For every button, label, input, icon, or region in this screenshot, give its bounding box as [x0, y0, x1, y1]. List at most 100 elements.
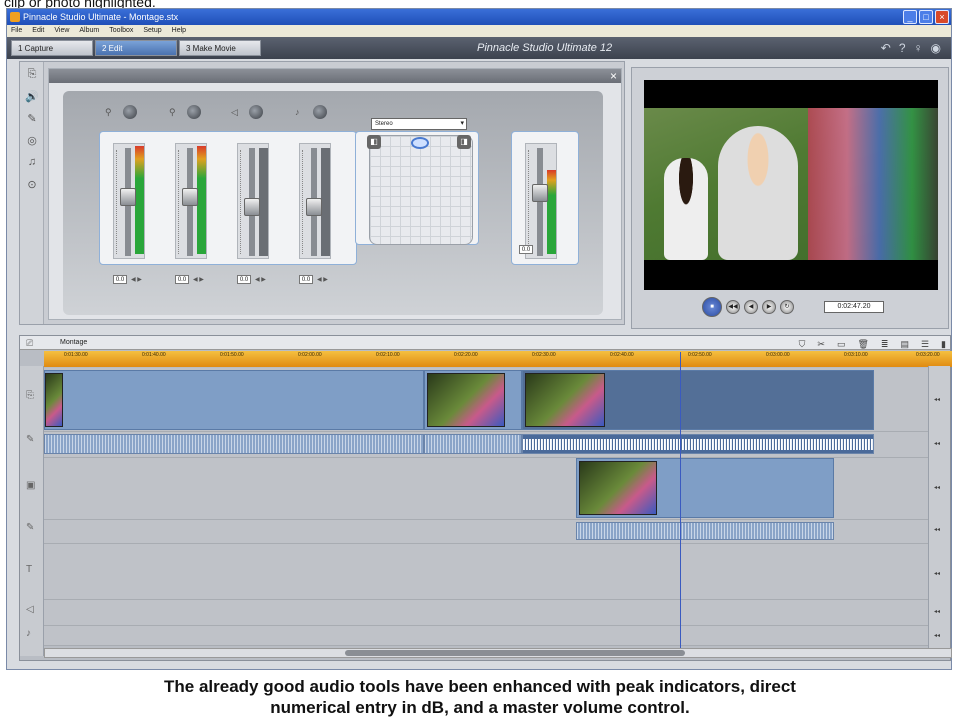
clip-thumbnail — [525, 373, 605, 427]
title-track-icon[interactable]: T — [26, 564, 32, 575]
undo-icon[interactable]: ↶ — [881, 41, 891, 55]
cd-audio-icon[interactable]: ◎ — [24, 134, 40, 150]
db-arrows-2[interactable]: ◀ ▶ — [193, 276, 204, 283]
play-button[interactable]: ■ — [702, 297, 722, 317]
overlay-track-icon[interactable]: ▣ — [26, 480, 35, 491]
fader-handle-3[interactable] — [244, 198, 260, 216]
project-name: Montage — [60, 339, 88, 346]
minimize-icon[interactable]: _ — [903, 10, 917, 24]
storyboard-view-icon[interactable]: ▤ — [900, 337, 909, 351]
fader-master[interactable] — [525, 143, 557, 259]
menu-album[interactable]: Album — [79, 25, 99, 37]
pan-mode-select[interactable]: Stereo — [371, 118, 467, 130]
track-toggle-icon[interactable]: ◂◂ — [934, 526, 940, 533]
effects-icon[interactable]: ⊙ — [24, 178, 40, 194]
maximize-icon[interactable]: □ — [919, 10, 933, 24]
scrollbar-thumb[interactable] — [345, 650, 685, 656]
video-frame-image — [644, 108, 938, 260]
audio-tool-icon[interactable]: 🔊 — [24, 90, 40, 106]
knob-channel-2[interactable] — [187, 105, 201, 119]
db-arrows-1[interactable]: ◀ ▶ — [131, 276, 142, 283]
knob-channel-4[interactable] — [313, 105, 327, 119]
db-arrows-3[interactable]: ◀ ▶ — [255, 276, 266, 283]
meter-master — [547, 170, 556, 254]
text-view-icon[interactable]: ☰ — [921, 337, 929, 351]
fader-channel-3[interactable] — [237, 143, 269, 259]
timecode-display[interactable]: 0:02:47.20 — [824, 301, 884, 313]
db-entry-4[interactable]: 0.0 — [299, 275, 313, 284]
audio-waveform[interactable] — [44, 434, 424, 454]
sound-effect-track-icon[interactable]: ◁ — [26, 604, 34, 615]
marker-icon[interactable]: ⛉ — [799, 337, 806, 351]
audio-track-icon[interactable]: ✎ — [26, 434, 34, 445]
overlay-clip[interactable] — [576, 458, 834, 518]
step-forward-button[interactable]: ▶ — [762, 300, 776, 314]
audio-waveform[interactable] — [424, 434, 522, 454]
fader-handle-1[interactable] — [120, 188, 136, 206]
timeline-scrollbar[interactable] — [44, 648, 952, 658]
track-toggle-icon[interactable]: ◂◂ — [934, 632, 940, 639]
title-lane — [44, 544, 930, 600]
knob-channel-3[interactable] — [249, 105, 263, 119]
menu-help[interactable]: Help — [172, 25, 186, 37]
timeline-view-icon[interactable]: ≣ — [881, 337, 889, 351]
overlay-audio-track-icon[interactable]: ✎ — [26, 522, 34, 533]
razor-icon[interactable]: ✂ — [817, 337, 825, 351]
video-clip[interactable] — [424, 370, 522, 430]
track-toggle-icon[interactable]: ◂◂ — [934, 396, 940, 403]
db-entry-1[interactable]: 0.0 — [113, 275, 127, 284]
menu-toolbox[interactable]: Toolbox — [109, 25, 133, 37]
track-toggle-icon[interactable]: ◂◂ — [934, 440, 940, 447]
knob-channel-1[interactable] — [123, 105, 137, 119]
menu-edit[interactable]: Edit — [32, 25, 44, 37]
tab-make-movie[interactable]: 3 Make Movie — [179, 40, 261, 56]
track-toggle-icon[interactable]: ◂◂ — [934, 570, 940, 577]
track-toggle-icon[interactable]: ◂◂ — [934, 484, 940, 491]
track-toggle-icon[interactable]: ◂◂ — [934, 608, 940, 615]
voiceover-icon[interactable]: ✎ — [24, 112, 40, 128]
video-track-icon[interactable]: ⎘ — [26, 390, 34, 401]
music-icon[interactable]: ♫ — [24, 156, 40, 172]
pan-position-icon[interactable] — [411, 137, 429, 149]
tab-capture[interactable]: 1 Capture — [11, 40, 93, 56]
fader-channel-1[interactable] — [113, 143, 145, 259]
left-speaker-icon: ◧ — [367, 135, 381, 149]
help-icon[interactable]: ? — [899, 41, 906, 55]
video-clip[interactable] — [44, 370, 424, 430]
storyboard-icon[interactable]: ⎚ — [26, 336, 33, 350]
db-entry-master[interactable]: 0.0 — [519, 245, 533, 254]
db-entry-2[interactable]: 0.0 — [175, 275, 189, 284]
db-arrows-4[interactable]: ◀ ▶ — [317, 276, 328, 283]
step-back-button[interactable]: ◀ — [744, 300, 758, 314]
music-track-icon[interactable]: ♪ — [26, 628, 31, 639]
fader-handle-4[interactable] — [306, 198, 322, 216]
loop-button[interactable]: ↻ — [780, 300, 794, 314]
video-clip[interactable] — [522, 370, 874, 430]
split-icon[interactable]: ▭ — [837, 337, 846, 351]
close-panel-icon[interactable]: × — [610, 69, 617, 83]
fader-channel-4[interactable] — [299, 143, 331, 259]
menu-view[interactable]: View — [54, 25, 69, 37]
close-icon[interactable]: × — [935, 10, 949, 24]
ruler-tick: 0:02:30.00 — [532, 352, 556, 358]
window-controls: _ □ × — [903, 10, 949, 24]
menu-file[interactable]: File — [11, 25, 22, 37]
video-tool-icon[interactable]: ⎘ — [24, 68, 40, 84]
video-preview — [644, 80, 938, 290]
fader-handle-master[interactable] — [532, 184, 548, 202]
delete-icon[interactable]: 🗑 — [857, 337, 868, 351]
audio-waveform[interactable] — [576, 522, 834, 540]
db-entry-3[interactable]: 0.0 — [237, 275, 251, 284]
audio-waveform[interactable] — [522, 434, 874, 454]
app-icon — [10, 12, 20, 22]
playhead[interactable] — [680, 352, 681, 658]
overlay-track-icon: ⚲ — [169, 107, 176, 117]
rewind-button[interactable]: ◀◀ — [726, 300, 740, 314]
tip-icon[interactable]: ♀ — [914, 41, 923, 55]
timeline-ruler[interactable]: 0:01:30.00 0:01:40.00 0:01:50.00 0:02:00… — [44, 351, 952, 367]
fader-channel-2[interactable] — [175, 143, 207, 259]
tab-edit[interactable]: 2 Edit — [95, 40, 177, 56]
fader-handle-2[interactable] — [182, 188, 198, 206]
surround-pan-grid[interactable] — [369, 135, 473, 245]
menu-setup[interactable]: Setup — [143, 25, 161, 37]
